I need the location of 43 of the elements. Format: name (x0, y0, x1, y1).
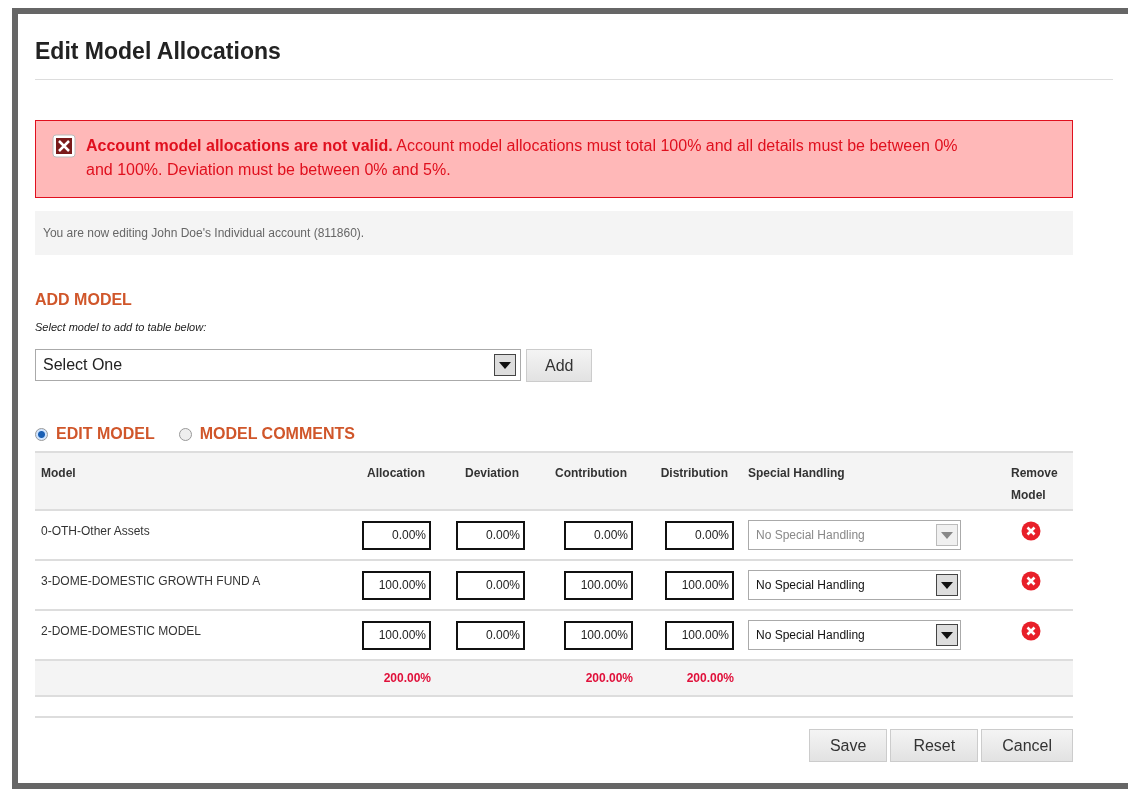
column-header: Remove Model (1011, 466, 1058, 502)
error-message: Account model allocations are not valid. Account model allocations must total 100% and all details must be between 0% and 100%. Deviation must be between 0% and 5%. (86, 136, 959, 180)
section-heading: ADD MODEL (35, 291, 133, 309)
radio-tab[interactable]: MODEL COMMENTS (178, 425, 355, 443)
footer-button[interactable]: Save (808, 729, 888, 762)
close-icon (52, 134, 76, 158)
hint-text: Select model to add to table below: (35, 321, 208, 333)
percent-input[interactable]: 0.00% (456, 620, 525, 650)
percent-input[interactable]: 0.00% (456, 570, 525, 600)
model-name: 3-DOME-DOMESTIC GROWTH FUND A (41, 574, 261, 588)
percent-input[interactable]: 100.00% (564, 570, 633, 600)
column-header: Deviation (465, 466, 519, 480)
special-handling-select[interactable]: No Special Handling (748, 570, 961, 600)
percent-input[interactable]: 100.00% (665, 570, 734, 600)
percent-input[interactable]: 100.00% (665, 620, 734, 650)
caret-icon (936, 524, 958, 546)
caret-icon (494, 354, 516, 376)
dialog-title: Edit Model Allocations (35, 38, 282, 65)
info-bar: You are now editing John Doe's Individual account (811860). (35, 211, 1073, 255)
total-value: 200.00% (686, 671, 734, 685)
add-button[interactable]: Add (526, 349, 593, 382)
caret-icon (936, 574, 958, 596)
footer-button[interactable]: Reset (890, 729, 979, 762)
total-value: 200.00% (383, 671, 431, 685)
model-name: 0-OTH-Other Assets (41, 524, 150, 538)
remove-icon[interactable] (1021, 571, 1041, 591)
radio-tab[interactable]: EDIT MODEL (35, 425, 155, 443)
model-select[interactable]: Select One (35, 349, 521, 381)
column-header: Allocation (367, 466, 425, 480)
column-header: Distribution (660, 466, 728, 480)
percent-input[interactable]: 100.00% (362, 570, 431, 600)
percent-input[interactable]: 100.00% (362, 620, 431, 650)
percent-input[interactable]: 100.00% (564, 620, 633, 650)
caret-icon (936, 624, 958, 646)
column-header: Model (41, 466, 76, 480)
remove-icon[interactable] (1021, 521, 1041, 541)
total-value: 200.00% (585, 671, 633, 685)
special-handling-select[interactable]: No Special Handling (748, 620, 961, 650)
column-header: Special Handling (748, 466, 845, 480)
footer-button[interactable]: Cancel (981, 729, 1073, 762)
model-name: 2-DOME-DOMESTIC MODEL (41, 624, 201, 638)
remove-icon[interactable] (1021, 621, 1041, 641)
column-header: Contribution (555, 466, 627, 480)
